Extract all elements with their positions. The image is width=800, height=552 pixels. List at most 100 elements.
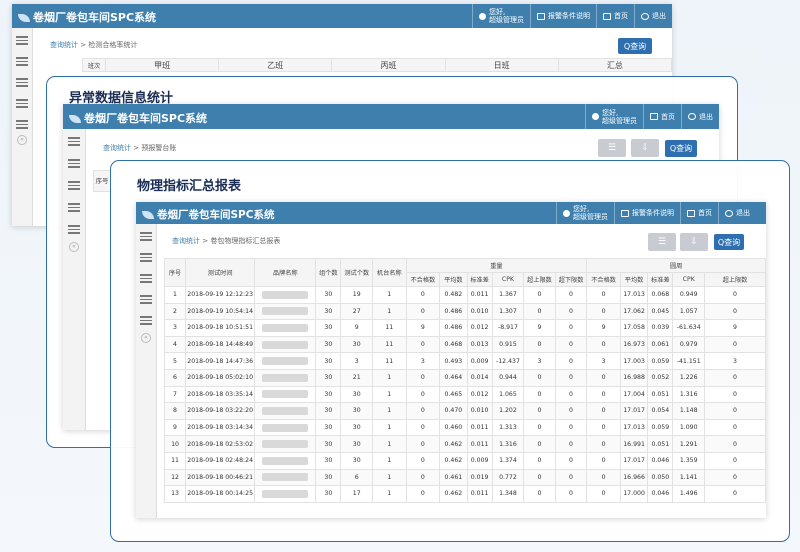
collapse-icon[interactable]: «	[69, 242, 79, 252]
cell-weight-cpk: 1.348	[491, 485, 525, 503]
menu-icon[interactable]	[140, 295, 152, 304]
cell-circ-fail: 0	[586, 402, 621, 420]
menu-icon[interactable]	[16, 78, 28, 87]
col-circ-mean: 平均数	[619, 272, 649, 287]
cell-machine: 1	[371, 435, 407, 453]
cell-circ-fail: 0	[586, 286, 621, 304]
cell-circ-over-upper: 0	[703, 335, 766, 354]
cell-weight-fail: 0	[405, 435, 441, 453]
cell-machine: 1	[371, 385, 407, 404]
menu-icon[interactable]	[68, 159, 80, 168]
breadcrumb-root[interactable]: 查询统计	[50, 41, 78, 49]
cell-weight-fail: 0	[405, 286, 441, 304]
logout-button[interactable]: 退出	[718, 202, 756, 224]
cell-weight-cpk: -12.437	[491, 352, 525, 370]
menu-icon[interactable]	[140, 232, 152, 241]
cell-weight-fail: 0	[405, 335, 441, 354]
cell-group-count: 30	[315, 468, 342, 487]
cell-test-time: 2018-09-19 12:12:23	[184, 286, 256, 304]
cell-test-time: 2018-09-18 02:48:24	[184, 451, 256, 470]
query-button[interactable]: Q查询	[665, 140, 697, 157]
menu-icon[interactable]	[140, 253, 152, 262]
cell-circ-std: 0.052	[647, 368, 674, 387]
logout-button[interactable]: 退出	[681, 104, 719, 129]
table-row: 2 2018-09-19 10:54:14 30 27 1 0 0.486 0.010 1.30…	[164, 302, 766, 321]
cell-circ-fail: 0	[586, 485, 621, 503]
collapse-icon[interactable]: «	[17, 135, 27, 145]
home-button[interactable]: 首页	[680, 202, 718, 224]
redacted-brand-name	[262, 373, 309, 382]
brand-name-cell	[254, 451, 317, 470]
menu-icon[interactable]	[68, 203, 80, 212]
brand-name-cell	[254, 302, 317, 321]
cell-index: 9	[164, 418, 186, 437]
cell-index: 1	[164, 286, 186, 304]
user-info[interactable]: 您好, 超级管理员	[472, 4, 530, 28]
query-button[interactable]: Q查询	[618, 38, 652, 54]
col-shift-a: 甲班	[104, 58, 220, 72]
cell-weight-mean: 0.460	[439, 418, 468, 437]
breadcrumb-root[interactable]: 查询统计	[172, 237, 200, 245]
cell-group-count: 30	[315, 485, 342, 503]
app-header: 卷烟厂卷包车间SPC系统 您好, 超级管理员 首页 退出	[63, 104, 719, 129]
home-button[interactable]: 首页	[596, 4, 634, 28]
menu-icon[interactable]	[16, 36, 28, 45]
col-circ-std: 标准差	[647, 272, 674, 287]
cell-weight-cpk: 1.316	[491, 435, 525, 453]
menu-icon[interactable]	[140, 274, 152, 283]
column-toggle-button[interactable]: ☰	[598, 139, 626, 157]
cell-circ-cpk: 1.316	[672, 385, 705, 404]
cell-weight-over-lower: 0	[554, 335, 588, 354]
menu-icon[interactable]	[16, 57, 28, 66]
sidebar: «	[12, 28, 33, 226]
cell-circ-over-upper: 0	[703, 468, 766, 487]
physical-indicator-table: 序号 测试时间 品牌名称 组个数 测试个数 机台名称 重量 圆周 不合格数 平均…	[164, 258, 766, 503]
cell-circ-std: 0.059	[647, 418, 674, 437]
cell-group-count: 30	[315, 451, 342, 470]
user-info[interactable]: 您好, 超级管理员	[556, 202, 614, 224]
redacted-brand-name	[262, 473, 309, 482]
cell-weight-mean: 0.486	[439, 319, 468, 337]
export-button[interactable]: ⇩	[680, 233, 708, 251]
user-name: 超级管理员	[489, 16, 524, 24]
cell-weight-over-upper: 0	[523, 286, 556, 304]
cell-weight-over-upper: 0	[523, 435, 556, 453]
cell-circ-cpk: 1.090	[672, 418, 705, 437]
logout-button[interactable]: 退出	[634, 4, 672, 28]
cell-circ-fail: 0	[586, 451, 621, 470]
menu-icon[interactable]	[16, 120, 28, 129]
menu-icon[interactable]	[16, 99, 28, 108]
menu-icon[interactable]	[68, 181, 80, 190]
user-info[interactable]: 您好, 超级管理员	[585, 104, 643, 129]
column-toggle-button[interactable]: ☰	[648, 233, 676, 251]
redacted-brand-name	[262, 323, 309, 332]
alert-conditions-button[interactable]: 报警条件说明	[614, 202, 680, 224]
col-weight-over-lower: 超下限数	[554, 272, 588, 287]
export-button[interactable]: ⇩	[631, 139, 659, 157]
home-button[interactable]: 首页	[643, 104, 681, 129]
alert-conditions-button[interactable]: 报警条件说明	[530, 4, 596, 28]
breadcrumb-root[interactable]: 查询统计	[103, 144, 131, 152]
app-logo: 卷烟厂卷包车间SPC系统	[18, 9, 156, 25]
menu-icon[interactable]	[68, 137, 80, 146]
redacted-brand-name	[262, 357, 309, 366]
cell-weight-fail: 0	[405, 402, 441, 420]
cell-weight-over-lower: 0	[554, 468, 588, 487]
brand-name-cell	[254, 468, 317, 487]
cell-circ-cpk: 1.141	[672, 468, 705, 487]
cell-circ-fail: 0	[586, 302, 621, 321]
cell-test-time: 2018-09-18 14:47:36	[184, 352, 256, 370]
col-weight-cpk: CPK	[491, 272, 525, 287]
cell-weight-cpk: 1.313	[491, 418, 525, 437]
home-monitor-icon	[687, 209, 695, 217]
menu-icon[interactable]	[68, 225, 80, 234]
collapse-icon[interactable]: «	[141, 333, 151, 343]
cell-test-time: 2018-09-18 03:14:34	[184, 418, 256, 437]
query-button[interactable]: Q查询	[714, 234, 744, 250]
cell-weight-cpk: 0.944	[491, 368, 525, 387]
breadcrumb-page: 预报警台账	[141, 144, 177, 152]
cell-index: 8	[164, 402, 186, 420]
redacted-brand-name	[262, 423, 309, 432]
cell-test-count: 30	[340, 418, 373, 437]
menu-icon[interactable]	[140, 316, 152, 325]
